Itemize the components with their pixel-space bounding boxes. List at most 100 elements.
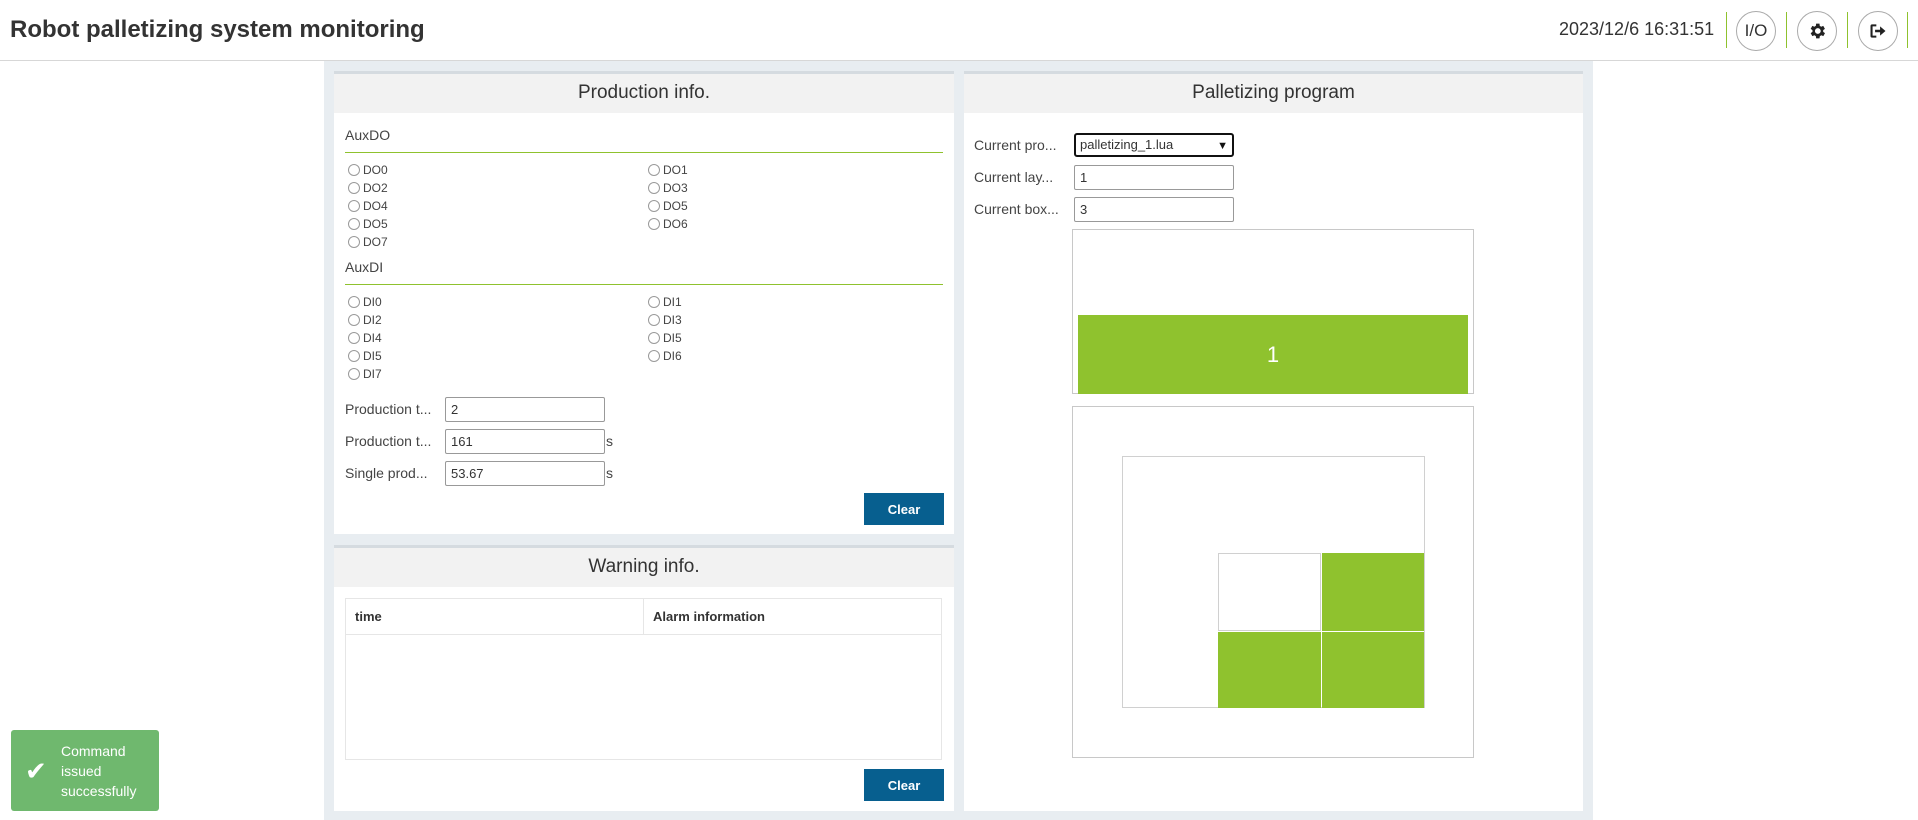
radio-label: DI5 bbox=[663, 331, 682, 345]
radio-label: DI2 bbox=[363, 313, 382, 327]
radio-do6[interactable]: DO6 bbox=[648, 217, 688, 231]
radio-indicator bbox=[648, 350, 660, 362]
radio-label: DO3 bbox=[663, 181, 688, 195]
production-times-label: Production t... bbox=[345, 401, 432, 417]
gear-icon bbox=[1810, 23, 1825, 39]
radio-indicator bbox=[648, 332, 660, 344]
settings-button[interactable] bbox=[1797, 11, 1837, 51]
single-production-label: Single prod... bbox=[345, 465, 428, 481]
radio-label: DI7 bbox=[363, 367, 382, 381]
current-box-input[interactable] bbox=[1074, 197, 1234, 222]
warning-panel-title: Warning info. bbox=[334, 545, 954, 587]
radio-indicator bbox=[648, 200, 660, 212]
program-select[interactable]: palletizing_1.lua ▼ bbox=[1074, 133, 1234, 157]
radio-label: DO0 bbox=[363, 163, 388, 177]
palletizing-panel: Palletizing program Current pro... palle… bbox=[964, 71, 1583, 811]
radio-indicator bbox=[648, 164, 660, 176]
chevron-down-icon: ▼ bbox=[1217, 140, 1228, 152]
radio-do1[interactable]: DO1 bbox=[648, 163, 688, 177]
program-select-value: palletizing_1.lua bbox=[1080, 137, 1174, 152]
radio-di6[interactable]: DI6 bbox=[648, 349, 682, 363]
box-layout-view bbox=[1072, 406, 1474, 758]
radio-indicator bbox=[348, 218, 360, 230]
current-program-label: Current pro... bbox=[974, 137, 1057, 153]
layer-stack-view: 1 bbox=[1072, 229, 1474, 394]
radio-do2[interactable]: DO2 bbox=[348, 181, 388, 195]
radio-label: DO7 bbox=[363, 235, 388, 249]
palletizing-panel-title: Palletizing program bbox=[964, 71, 1583, 113]
io-button-label: I/O bbox=[1744, 21, 1768, 40]
single-production-input[interactable] bbox=[445, 461, 605, 486]
box-slot-filled bbox=[1322, 553, 1424, 631]
pallet-frame bbox=[1122, 456, 1425, 708]
radio-label: DI4 bbox=[363, 331, 382, 345]
warning-clear-button[interactable]: Clear bbox=[864, 769, 944, 801]
radio-di4[interactable]: DI4 bbox=[348, 331, 382, 345]
warning-panel: Warning info. time Alarm information Cle… bbox=[334, 545, 954, 811]
radio-indicator bbox=[348, 368, 360, 380]
datetime-display: 2023/12/6 16:31:51 bbox=[1559, 19, 1715, 39]
current-box-label: Current box... bbox=[974, 201, 1059, 217]
radio-label: DO6 bbox=[663, 217, 688, 231]
radio-indicator bbox=[648, 314, 660, 326]
radio-label: DI0 bbox=[363, 295, 382, 309]
production-time-label: Production t... bbox=[345, 433, 432, 449]
radio-indicator bbox=[348, 350, 360, 362]
radio-di5[interactable]: DI5 bbox=[648, 331, 682, 345]
radio-do7[interactable]: DO7 bbox=[348, 235, 388, 249]
radio-di5b[interactable]: DI5 bbox=[348, 349, 382, 363]
warning-table: time Alarm information bbox=[345, 598, 942, 760]
production-time-input[interactable] bbox=[445, 429, 605, 454]
toast-message: Command issued successfully bbox=[61, 743, 137, 799]
radio-indicator bbox=[348, 200, 360, 212]
radio-di3[interactable]: DI3 bbox=[648, 313, 682, 327]
success-toast: ✔ Command issued successfully bbox=[11, 730, 159, 811]
production-time-unit: s bbox=[606, 433, 613, 449]
production-panel: Production info. AuxDO DO0 DO1 DO2 DO3 D… bbox=[334, 71, 954, 534]
current-layer-label: Current lay... bbox=[974, 169, 1054, 185]
radio-indicator bbox=[348, 182, 360, 194]
auxdi-title: AuxDI bbox=[345, 259, 384, 275]
logout-button[interactable] bbox=[1858, 11, 1898, 51]
single-production-unit: s bbox=[606, 465, 613, 481]
io-button[interactable]: I/O bbox=[1736, 11, 1776, 51]
box-slot-filled bbox=[1218, 632, 1321, 708]
box-slot-empty bbox=[1218, 553, 1321, 631]
radio-do5b[interactable]: DO5 bbox=[348, 217, 388, 231]
radio-label: DO1 bbox=[663, 163, 688, 177]
header-divider bbox=[1907, 12, 1908, 48]
layer-bar: 1 bbox=[1078, 315, 1468, 394]
header-divider bbox=[1786, 12, 1787, 48]
radio-do5[interactable]: DO5 bbox=[648, 199, 688, 213]
radio-label: DO5 bbox=[363, 217, 388, 231]
auxdo-divider bbox=[345, 152, 943, 153]
radio-di2[interactable]: DI2 bbox=[348, 313, 382, 327]
radio-indicator bbox=[648, 218, 660, 230]
radio-di0[interactable]: DI0 bbox=[348, 295, 382, 309]
production-clear-button[interactable]: Clear bbox=[864, 493, 944, 525]
production-times-input[interactable] bbox=[445, 397, 605, 422]
production-panel-title: Production info. bbox=[334, 71, 954, 113]
radio-di7[interactable]: DI7 bbox=[348, 367, 382, 381]
radio-indicator bbox=[648, 182, 660, 194]
box-slot-filled bbox=[1322, 632, 1424, 708]
radio-label: DI6 bbox=[663, 349, 682, 363]
current-layer-input[interactable] bbox=[1074, 165, 1234, 190]
radio-label: DO5 bbox=[663, 199, 688, 213]
radio-indicator bbox=[348, 236, 360, 248]
radio-indicator bbox=[348, 332, 360, 344]
radio-di1[interactable]: DI1 bbox=[648, 295, 682, 309]
header-divider bbox=[1847, 12, 1848, 48]
radio-indicator bbox=[348, 314, 360, 326]
check-icon: ✔ bbox=[25, 756, 47, 786]
radio-do4[interactable]: DO4 bbox=[348, 199, 388, 213]
radio-do3[interactable]: DO3 bbox=[648, 181, 688, 195]
logout-icon bbox=[1870, 24, 1886, 38]
radio-label: DO4 bbox=[363, 199, 388, 213]
radio-label: DI1 bbox=[663, 295, 682, 309]
radio-indicator bbox=[348, 164, 360, 176]
radio-indicator bbox=[648, 296, 660, 308]
radio-label: DI5 bbox=[363, 349, 382, 363]
radio-do0[interactable]: DO0 bbox=[348, 163, 388, 177]
column-header-time: time bbox=[346, 599, 644, 635]
